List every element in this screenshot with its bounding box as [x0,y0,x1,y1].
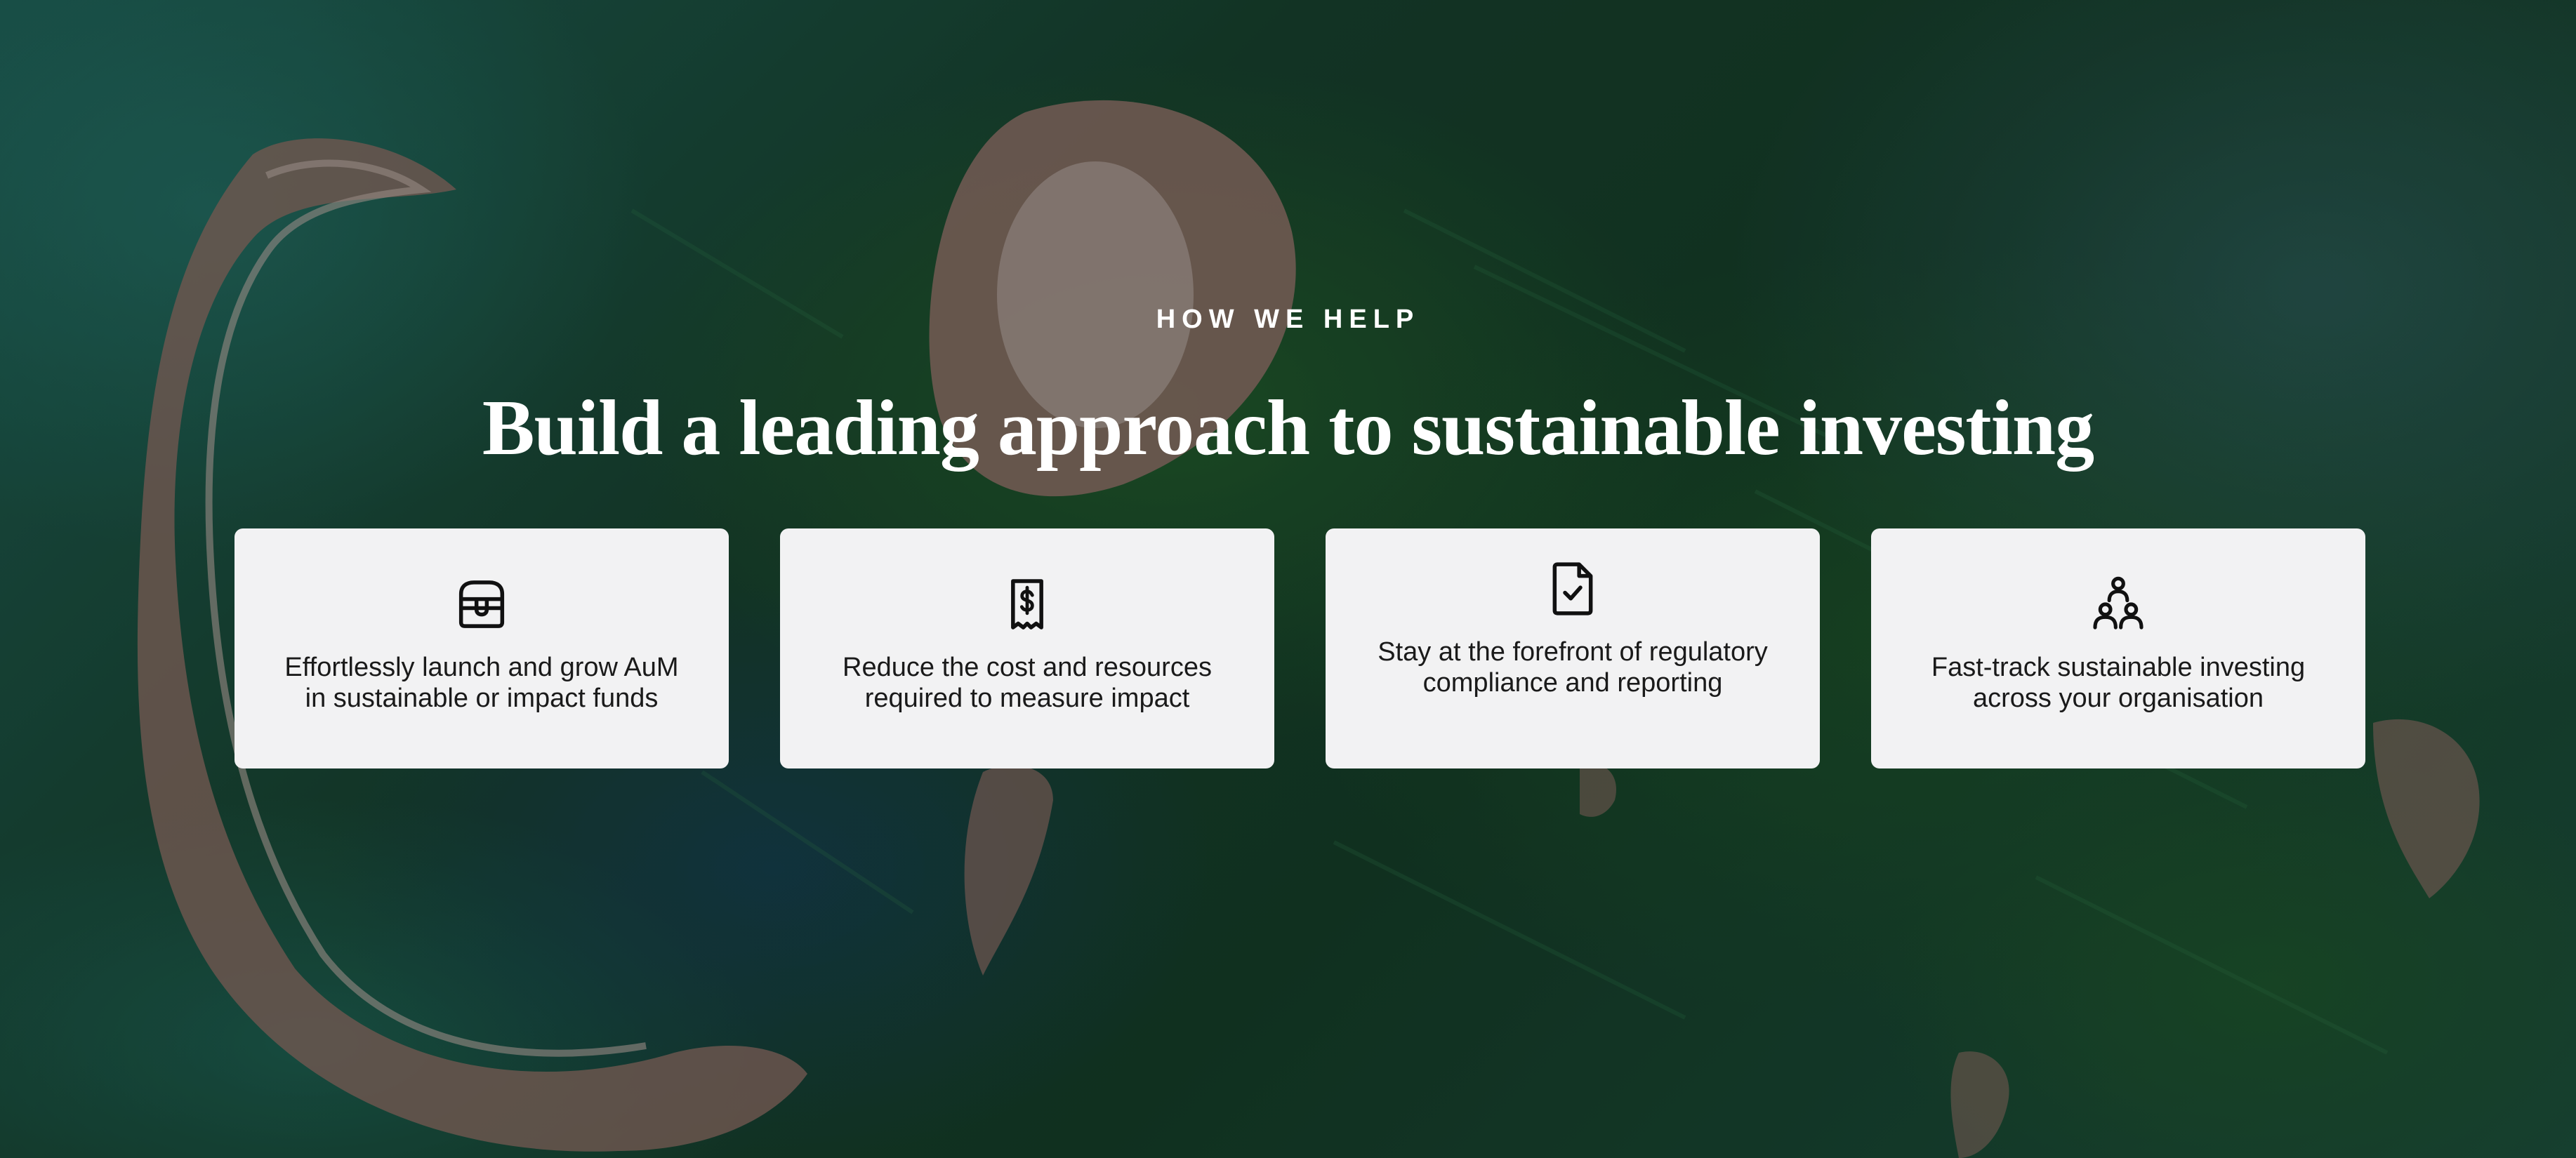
dollar-receipt-icon [1011,579,1043,630]
how-we-help-section: HOW WE HELP Build a leading approach to … [0,0,2576,1158]
document-check-icon [1552,562,1593,615]
treasure-chest-icon [458,580,505,628]
benefit-card-text: Stay at the forefront of regulatory comp… [1378,637,1768,698]
benefit-cards: Effortlessly launch and grow AuM in sust… [235,528,2366,768]
benefit-card-launch-funds: Effortlessly launch and grow AuM in sust… [235,528,729,768]
benefit-card-text: Fast-track sustainable investing across … [1931,653,2306,713]
section-eyebrow: HOW WE HELP [1156,305,1420,334]
benefit-card-fast-track: Fast-track sustainable investing across … [1871,528,2365,768]
benefit-card-reduce-cost: Reduce the cost and resources required t… [780,528,1274,768]
benefit-card-regulatory: Stay at the forefront of regulatory comp… [1326,528,1820,768]
benefit-card-text: Reduce the cost and resources required t… [843,653,1212,713]
benefit-card-text: Effortlessly launch and grow AuM in sust… [284,653,679,713]
section-headline: Build a leading approach to sustainable … [482,385,2094,472]
team-people-icon [2093,576,2144,630]
